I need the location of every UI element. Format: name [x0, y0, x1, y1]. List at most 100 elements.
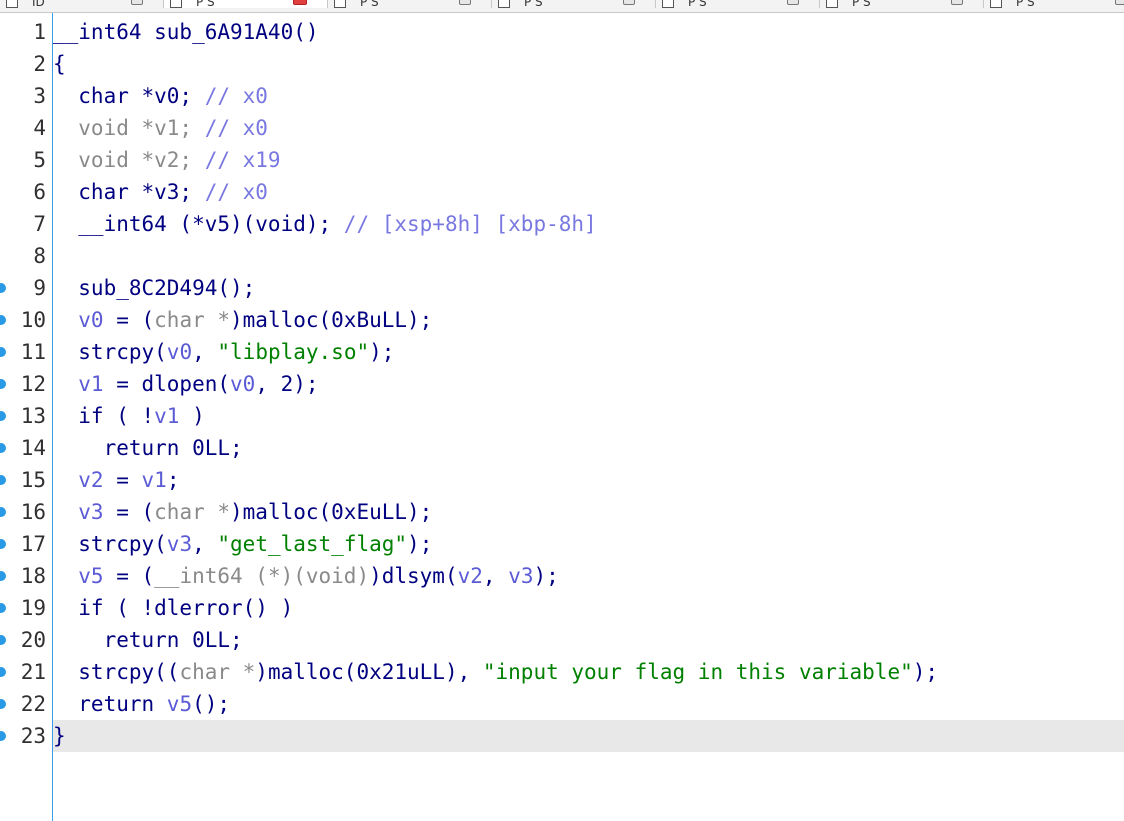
tab-close-icon[interactable]	[623, 0, 635, 5]
code-token[interactable]: )malloc(0xBuLL);	[230, 308, 432, 332]
breakpoint-dot-icon[interactable]	[0, 667, 6, 677]
code-token[interactable]: // x0	[205, 180, 268, 204]
code-token[interactable]: void *v1;	[53, 116, 205, 140]
code-line[interactable]: strcpy(v0, "libplay.so");	[53, 336, 1124, 368]
breakpoint-dot-icon[interactable]	[0, 571, 6, 581]
code-token[interactable]: )	[179, 404, 205, 428]
code-line[interactable]: return 0LL;	[53, 624, 1124, 656]
code-token[interactable]: v2	[53, 468, 103, 492]
code-token[interactable]: }	[53, 724, 66, 748]
code-line[interactable]: __int64 (*v5)(void); // [xsp+8h] [xbp-8h…	[53, 208, 1124, 240]
code-line[interactable]: v0 = (char *)malloc(0xBuLL);	[53, 304, 1124, 336]
code-token[interactable]: = (	[104, 308, 154, 332]
code-token[interactable]: v2	[458, 564, 483, 588]
code-token[interactable]: v3	[508, 564, 533, 588]
code-token[interactable]: ,	[192, 532, 217, 556]
code-token[interactable]: v5	[167, 692, 192, 716]
breakpoint-dot-icon[interactable]	[0, 315, 6, 325]
code-token[interactable]: );	[534, 564, 559, 588]
code-line[interactable]: }	[53, 720, 1124, 752]
breakpoint-dot-icon[interactable]	[0, 731, 6, 741]
code-token[interactable]: v3	[53, 500, 103, 524]
code-token[interactable]: v0	[167, 340, 192, 364]
code-token[interactable]: char *	[179, 660, 255, 684]
tab-close-icon[interactable]	[1115, 0, 1124, 5]
code-token[interactable]: =	[104, 468, 142, 492]
code-token[interactable]: // x0	[205, 84, 268, 108]
code-line[interactable]: v2 = v1;	[53, 464, 1124, 496]
code-token[interactable]: "input your flag in this variable"	[483, 660, 913, 684]
code-token[interactable]: strcpy(	[53, 340, 167, 364]
code-token[interactable]: strcpy(	[53, 532, 167, 556]
breakpoint-dot-icon[interactable]	[0, 539, 6, 549]
tab-1[interactable]: P S	[164, 0, 328, 9]
code-token[interactable]: v1	[53, 372, 103, 396]
breakpoint-dot-icon[interactable]	[0, 443, 6, 453]
tab-2[interactable]: P S	[328, 0, 492, 9]
breakpoint-dot-icon[interactable]	[0, 699, 6, 709]
breakpoint-dot-icon[interactable]	[0, 507, 6, 517]
code-token[interactable]: );	[407, 532, 432, 556]
tab-close-icon[interactable]	[293, 0, 307, 5]
code-token[interactable]: // x0	[205, 116, 268, 140]
code-line[interactable]: v5 = (__int64 (*)(void))dlsym(v2, v3);	[53, 560, 1124, 592]
tab-close-icon[interactable]	[131, 0, 143, 5]
code-line[interactable]: void *v1; // x0	[53, 112, 1124, 144]
code-token[interactable]: )malloc(0x21uLL),	[255, 660, 483, 684]
code-token[interactable]: = (	[104, 500, 154, 524]
code-token[interactable]: return	[53, 692, 167, 716]
breakpoint-dot-icon[interactable]	[0, 379, 6, 389]
code-token[interactable]: )dlsym(	[369, 564, 458, 588]
code-line[interactable]: v3 = (char *)malloc(0xEuLL);	[53, 496, 1124, 528]
code-token[interactable]: char *v3;	[53, 180, 205, 204]
code-token[interactable]: return 0LL;	[53, 436, 243, 460]
code-line[interactable]: __int64 sub_6A91A40()	[53, 16, 1124, 48]
code-token[interactable]: "get_last_flag"	[217, 532, 407, 556]
code-token[interactable]: "libplay.so"	[217, 340, 369, 364]
code-line[interactable]: strcpy(v3, "get_last_flag");	[53, 528, 1124, 560]
code-token[interactable]: if ( !	[53, 404, 154, 428]
tab-close-icon[interactable]	[459, 0, 471, 5]
breakpoint-dot-icon[interactable]	[0, 635, 6, 645]
code-token[interactable]: char *	[154, 500, 230, 524]
code-line[interactable]: sub_8C2D494();	[53, 272, 1124, 304]
code-token[interactable]: ;	[167, 468, 180, 492]
code-token[interactable]: __int64 sub_6A91A40()	[53, 20, 319, 44]
tab-6[interactable]: P S	[984, 0, 1124, 9]
breakpoint-dot-icon[interactable]	[0, 603, 6, 613]
breakpoint-dot-icon[interactable]	[0, 475, 6, 485]
tab-5[interactable]: P S	[820, 0, 984, 9]
code-token[interactable]: ();	[192, 692, 230, 716]
tab-3[interactable]: P S	[492, 0, 656, 9]
code-token[interactable]: v0	[53, 308, 103, 332]
code-token[interactable]: // x19	[205, 148, 281, 172]
code-line[interactable]: return 0LL;	[53, 432, 1124, 464]
code-line[interactable]: if ( !dlerror() )	[53, 592, 1124, 624]
tab-4[interactable]: P S	[656, 0, 820, 9]
code-token[interactable]: v1	[142, 468, 167, 492]
code-token[interactable]: )malloc(0xEuLL);	[230, 500, 432, 524]
code-line[interactable]	[53, 240, 1124, 272]
code-token[interactable]: ,	[192, 340, 217, 364]
pseudocode-view[interactable]: __int64 sub_6A91A40(){ char *v0; // x0 v…	[53, 13, 1124, 821]
code-token[interactable]: sub_8C2D494();	[53, 276, 255, 300]
code-line[interactable]: strcpy((char *)malloc(0x21uLL), "input y…	[53, 656, 1124, 688]
breakpoint-dot-icon[interactable]	[0, 411, 6, 421]
breakpoint-dot-icon[interactable]	[0, 283, 6, 293]
code-line[interactable]: v1 = dlopen(v0, 2);	[53, 368, 1124, 400]
code-token[interactable]: __int64 (*v5)(void);	[53, 212, 344, 236]
code-token[interactable]: return 0LL;	[53, 628, 243, 652]
code-token[interactable]: v0	[230, 372, 255, 396]
code-token[interactable]: v5	[53, 564, 103, 588]
tab-0[interactable]: ID	[0, 0, 164, 9]
code-token[interactable]: __int64 (*)(void)	[154, 564, 369, 588]
code-token[interactable]: ,	[483, 564, 508, 588]
tab-close-icon[interactable]	[787, 0, 799, 5]
code-line[interactable]: if ( !v1 )	[53, 400, 1124, 432]
code-token[interactable]: v1	[154, 404, 179, 428]
code-token[interactable]: {	[53, 52, 66, 76]
code-token[interactable]: = (	[104, 564, 154, 588]
tab-close-icon[interactable]	[951, 0, 963, 5]
code-token[interactable]: v3	[167, 532, 192, 556]
code-line[interactable]: char *v0; // x0	[53, 80, 1124, 112]
